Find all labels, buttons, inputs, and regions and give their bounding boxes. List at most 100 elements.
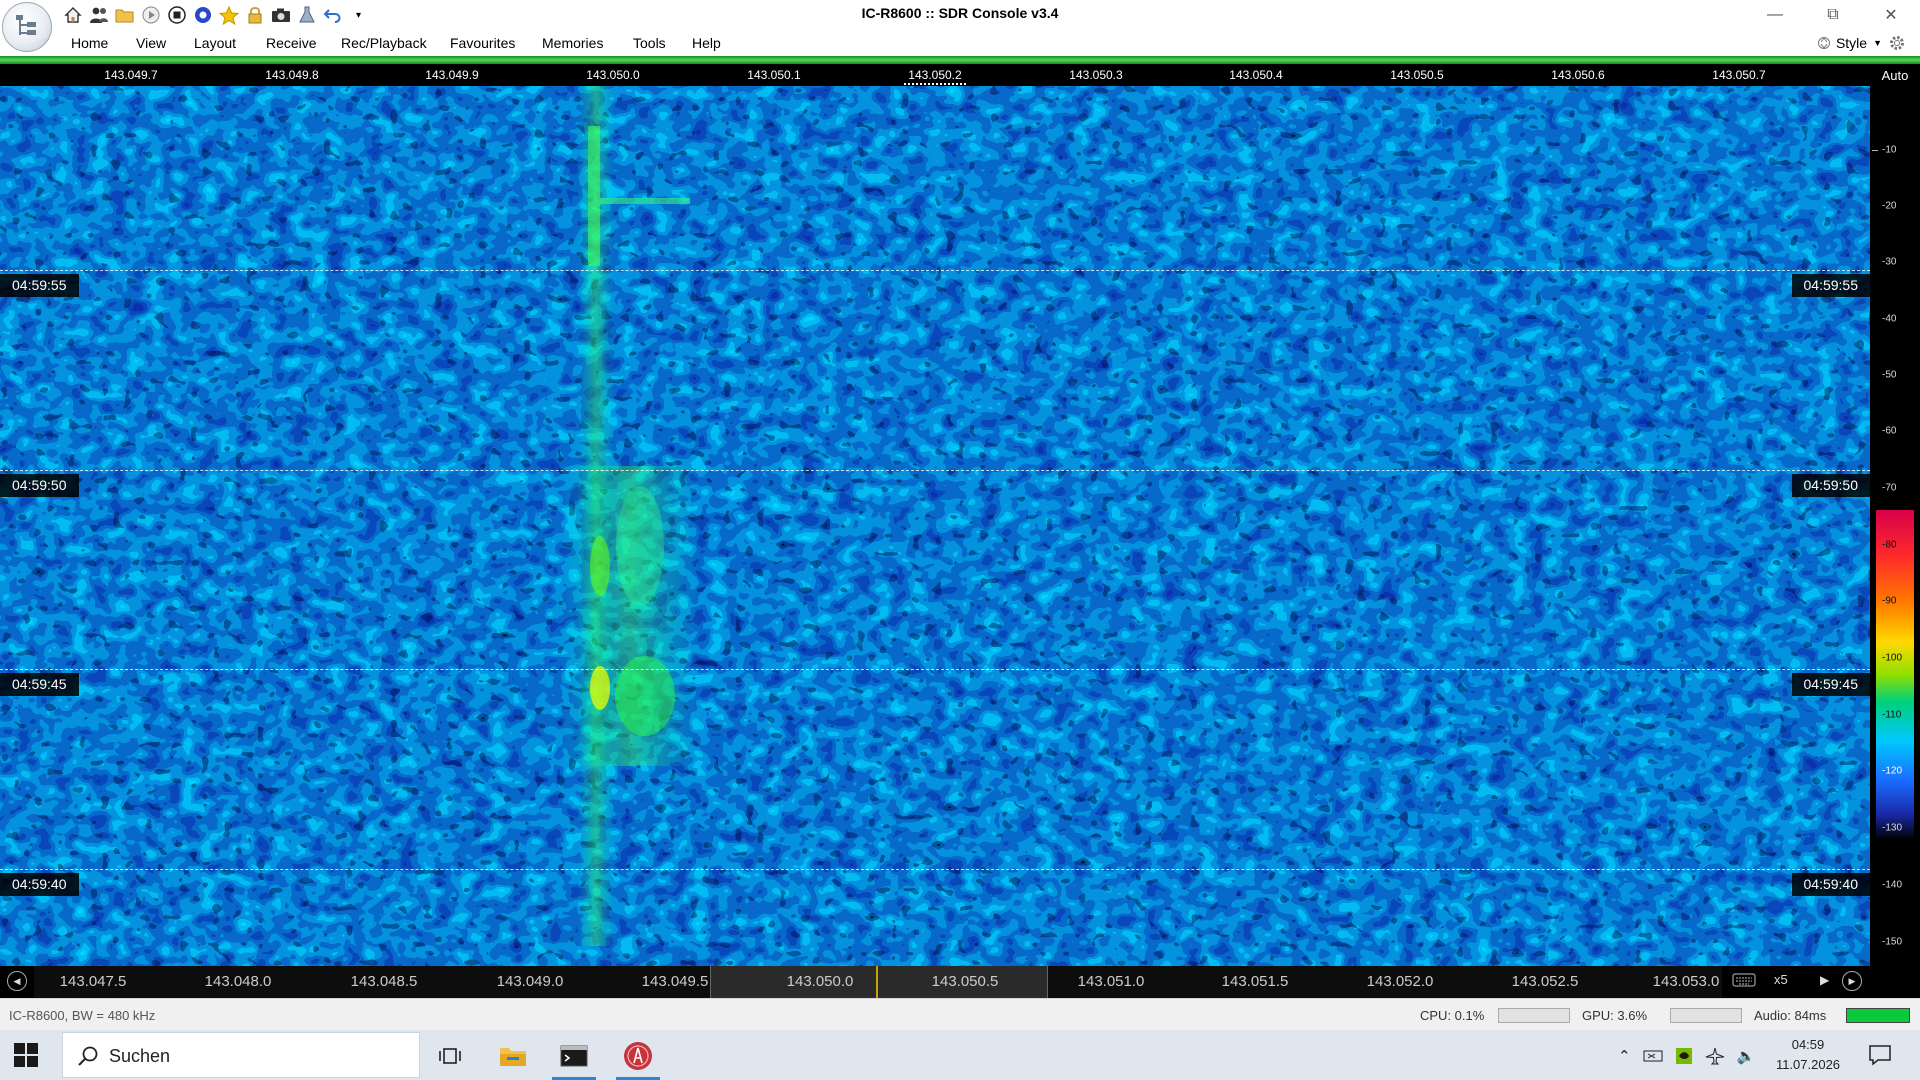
ruler-tick: 143.049.8 <box>265 68 319 82</box>
menu-rec-playback[interactable]: Rec/Playback <box>341 35 427 51</box>
waterfall-noise-texture <box>0 86 1870 966</box>
menu-memories[interactable]: Memories <box>542 35 603 51</box>
sdr-console-icon <box>624 1042 652 1070</box>
cpu-usage: CPU: 0.1% <box>1420 1008 1485 1023</box>
time-label-right: 04:59:55 <box>1791 274 1870 297</box>
menu-layout[interactable]: Layout <box>194 35 236 51</box>
chevron-down-icon: ▼ <box>1873 38 1882 48</box>
time-grid-line <box>0 669 1870 670</box>
menu-help[interactable]: Help <box>692 35 721 51</box>
window-title: IC-R8600 :: SDR Console v3.4 <box>861 5 1059 21</box>
taskbar: Suchen ⌃ 🔈 04:59 11.07.2026 <box>0 1030 1920 1080</box>
system-tray: ⌃ 🔈 <box>1618 1044 1755 1068</box>
scale-label: -50 <box>1882 369 1897 381</box>
volume-icon[interactable]: 🔈 <box>1737 1047 1756 1065</box>
taskbar-terminal[interactable] <box>548 1035 600 1080</box>
search-placeholder: Suchen <box>109 1046 171 1066</box>
terminal-icon <box>560 1045 588 1067</box>
taskbar-clock[interactable]: 04:59 11.07.2026 <box>1770 1035 1846 1075</box>
airplane-mode-icon[interactable] <box>1705 1047 1725 1065</box>
gpu-usage: GPU: 3.6% <box>1582 1008 1648 1023</box>
ruler-tick: 143.050.4 <box>1229 68 1283 82</box>
tray-keyboard-icon[interactable] <box>1643 1048 1663 1064</box>
frequency-ruler-top[interactable]: 143.049.7 143.049.8 143.049.9 143.050.0 … <box>0 64 1870 86</box>
keyboard-icon[interactable] <box>1732 972 1758 992</box>
start-button[interactable] <box>14 1043 38 1067</box>
time-label-left: 04:59:45 <box>0 673 79 696</box>
tuning-cursor[interactable] <box>876 966 878 998</box>
auto-scale-button[interactable]: Auto <box>1870 64 1920 86</box>
minimize-button[interactable]: — <box>1746 0 1804 30</box>
ruler-tick: 143.050.6 <box>1551 68 1605 82</box>
frequency-scale-bottom: ◀ 143.047.5 143.048.0 143.048.5 143.049.… <box>0 966 1920 998</box>
zoom-level[interactable]: x5 <box>1774 972 1810 992</box>
tray-expand-icon[interactable]: ⌃ <box>1618 1047 1631 1065</box>
scale-label: -140 <box>1882 879 1903 891</box>
menu-bar: Home View Layout Receive Rec/Playback Fa… <box>0 30 1920 56</box>
audio-meter <box>1846 1008 1910 1023</box>
menu-receive[interactable]: Receive <box>266 35 317 51</box>
style-label: Style <box>1835 35 1868 51</box>
device-status: IC-R8600, BW = 480 kHz <box>9 1008 156 1023</box>
task-view-icon <box>439 1048 461 1064</box>
scale-label: -60 <box>1882 425 1897 437</box>
scroll-arrows-icon <box>1817 37 1830 49</box>
file-explorer-icon <box>500 1048 526 1066</box>
time-label-right: 04:59:50 <box>1791 474 1870 497</box>
menu-tools[interactable]: Tools <box>633 35 666 51</box>
bottom-tick: 143.051.0 <box>1077 973 1145 990</box>
ruler-tick: 143.050.5 <box>1390 68 1444 82</box>
tuning-marker[interactable] <box>904 83 966 85</box>
bottom-tick: 143.052.0 <box>1366 973 1434 990</box>
title-bar: ▾ IC-R8600 :: SDR Console v3.4 — ⧉ ✕ <box>0 0 1920 30</box>
zoom-next-icon[interactable]: ▶ <box>1820 973 1829 987</box>
application-menu-button[interactable] <box>2 2 52 52</box>
scale-label: -100 <box>1882 652 1903 664</box>
menu-view[interactable]: View <box>136 35 166 51</box>
clock-date: 11.07.2026 <box>1775 1057 1841 1072</box>
time-label-left: 04:59:50 <box>0 474 79 497</box>
task-view-button[interactable] <box>424 1035 476 1077</box>
style-selector[interactable]: Style ▼ <box>1817 34 1906 52</box>
frequency-strip[interactable]: 143.047.5 143.048.0 143.048.5 143.049.0 … <box>34 966 1722 998</box>
bottom-tick: 143.047.5 <box>59 973 127 990</box>
close-button[interactable]: ✕ <box>1862 0 1920 30</box>
scale-label: -20 <box>1882 200 1897 212</box>
time-grid-line <box>0 270 1870 271</box>
cpu-meter <box>1498 1008 1570 1023</box>
scale-label: -90 <box>1882 595 1897 607</box>
scale-label: -10 <box>1882 144 1897 156</box>
taskbar-sdr-console[interactable] <box>612 1035 664 1080</box>
nvidia-icon[interactable] <box>1675 1047 1693 1065</box>
restore-button[interactable]: ⧉ <box>1804 0 1862 30</box>
bottom-tick: 143.048.0 <box>204 973 272 990</box>
waterfall-color-scale[interactable]: -10 -20 -30 -40 -50 -60 -70 -80 -90 -100… <box>1870 86 1920 966</box>
bottom-tick: 143.053.0 <box>1652 973 1720 990</box>
gear-icon[interactable] <box>1888 34 1906 52</box>
signal-level-strip <box>0 56 1920 64</box>
chevron-right-icon: ▶ <box>1848 975 1856 986</box>
waterfall-display[interactable]: 04:59:55 04:59:55 04:59:50 04:59:50 04:5… <box>0 86 1870 966</box>
scale-label: -130 <box>1882 822 1903 834</box>
scroll-right-button[interactable]: ▶ <box>1842 971 1862 991</box>
bottom-tick: 143.052.5 <box>1511 973 1579 990</box>
window-controls: — ⧉ ✕ <box>1746 0 1920 30</box>
taskbar-file-explorer[interactable] <box>487 1035 539 1077</box>
notification-center-icon[interactable] <box>1868 1044 1892 1066</box>
bottom-tick: 143.049.0 <box>496 973 564 990</box>
scale-label: -150 <box>1882 936 1903 948</box>
scroll-left-button[interactable]: ◀ <box>7 971 27 991</box>
color-gradient-bar <box>1876 510 1914 840</box>
bottom-tick: 143.049.5 <box>641 973 709 990</box>
ruler-tick: 143.049.9 <box>425 68 479 82</box>
bottom-tick: 143.050.5 <box>931 973 999 990</box>
time-label-left: 04:59:40 <box>0 873 79 896</box>
clock-time: 04:59 <box>1791 1037 1825 1052</box>
scale-label: -70 <box>1882 482 1897 494</box>
ruler-tick: 143.049.7 <box>104 68 158 82</box>
taskbar-search-box[interactable]: Suchen <box>62 1032 420 1078</box>
gpu-meter <box>1670 1008 1742 1023</box>
menu-favourites[interactable]: Favourites <box>450 35 515 51</box>
time-grid-line <box>0 869 1870 870</box>
menu-home[interactable]: Home <box>71 35 108 51</box>
